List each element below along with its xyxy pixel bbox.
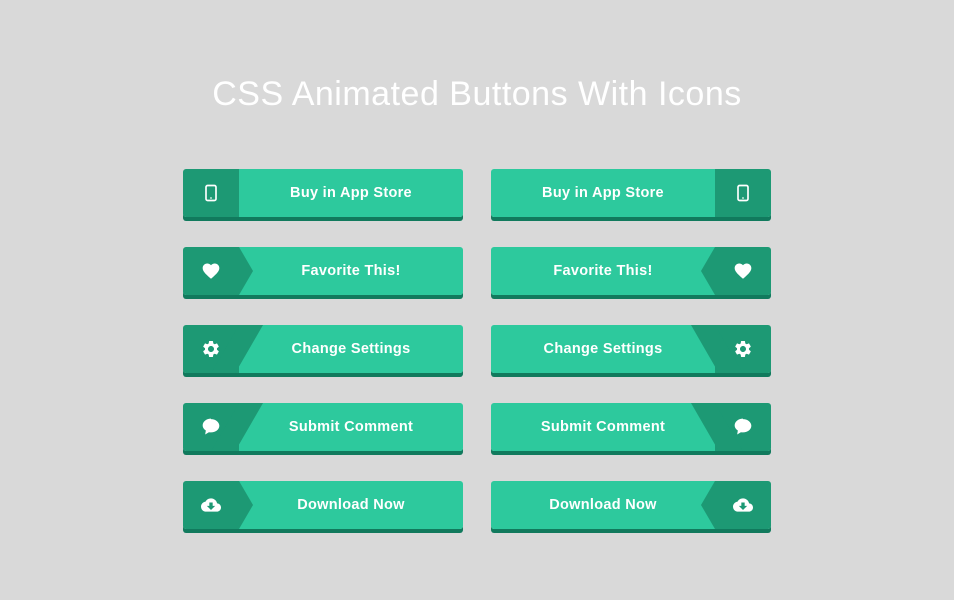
tablet-icon — [715, 169, 771, 217]
button-label: Submit Comment — [541, 419, 665, 435]
button-grid: Buy in App Store Buy in App Store Favori… — [183, 169, 771, 529]
heart-icon — [715, 247, 771, 295]
favorite-button-left[interactable]: Favorite This! — [183, 247, 463, 295]
heart-icon — [183, 247, 239, 295]
download-button-left[interactable]: Download Now — [183, 481, 463, 529]
favorite-button-right[interactable]: Favorite This! — [491, 247, 771, 295]
button-label: Download Now — [549, 497, 657, 513]
download-button-right[interactable]: Download Now — [491, 481, 771, 529]
button-label: Change Settings — [292, 341, 411, 357]
buy-appstore-button-right[interactable]: Buy in App Store — [491, 169, 771, 217]
button-label: Download Now — [297, 497, 405, 513]
cloud-download-icon — [715, 481, 771, 529]
button-label: Favorite This! — [553, 263, 652, 279]
gear-icon — [183, 325, 239, 373]
button-label: Buy in App Store — [542, 185, 664, 201]
settings-button-right[interactable]: Change Settings — [491, 325, 771, 373]
comment-button-right[interactable]: Submit Comment — [491, 403, 771, 451]
tablet-icon — [183, 169, 239, 217]
button-label: Favorite This! — [301, 263, 400, 279]
cloud-download-icon — [183, 481, 239, 529]
comment-icon — [183, 403, 239, 451]
page-title: CSS Animated Buttons With Icons — [212, 75, 742, 114]
button-label: Buy in App Store — [290, 185, 412, 201]
button-label: Change Settings — [544, 341, 663, 357]
buy-appstore-button-left[interactable]: Buy in App Store — [183, 169, 463, 217]
comment-icon — [715, 403, 771, 451]
button-label: Submit Comment — [289, 419, 413, 435]
gear-icon — [715, 325, 771, 373]
settings-button-left[interactable]: Change Settings — [183, 325, 463, 373]
comment-button-left[interactable]: Submit Comment — [183, 403, 463, 451]
